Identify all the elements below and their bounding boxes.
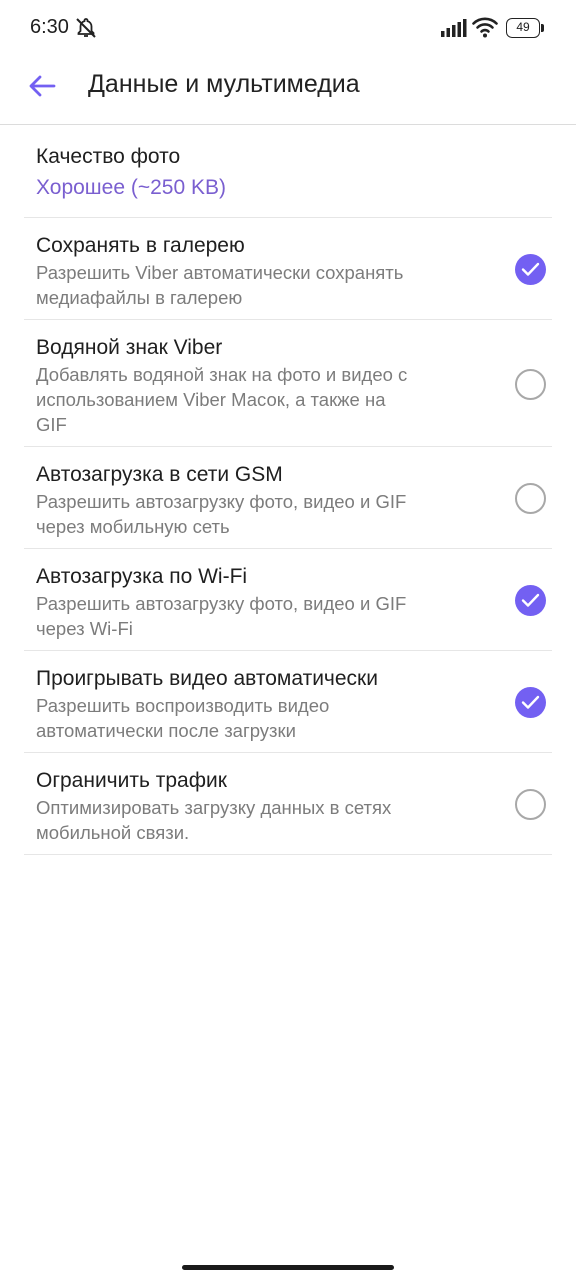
setting-row[interactable]: Сохранять в галерею Разрешить Viber автом…	[24, 218, 552, 320]
battery-level: 49	[506, 18, 540, 38]
setting-title: Автозагрузка в сети GSM	[36, 463, 283, 486]
checkbox-unchecked[interactable]	[515, 789, 546, 820]
checkbox-unchecked[interactable]	[515, 368, 546, 400]
setting-subtitle: через мобильную сеть	[36, 516, 230, 537]
back-button[interactable]	[22, 66, 62, 106]
setting-row[interactable]: Проигрывать видео автоматически Разрешить…	[24, 651, 552, 753]
setting-title: Автозагрузка по Wi-Fi	[36, 565, 248, 588]
setting-row[interactable]: Автозагрузка по Wi-Fi Разрешить автозагру…	[24, 549, 552, 651]
setting-subtitle: через Wi-Fi	[36, 618, 133, 639]
setting-row[interactable]: Ограничить трафик Оптимизировать загрузку…	[24, 753, 552, 855]
setting-subtitle: Оптимизировать загрузку данных в сетях	[36, 797, 392, 818]
wifi-icon	[472, 17, 498, 38]
setting-subtitle: Добавлять водяной знак на фото и видео с	[36, 364, 408, 385]
setting-title: Водяной знак Viber	[36, 336, 223, 359]
checkbox-checked[interactable]	[515, 585, 546, 616]
battery-icon: 49	[506, 18, 544, 38]
checkmark-icon	[521, 593, 540, 607]
home-indicator	[182, 1265, 394, 1270]
battery-tip	[541, 24, 544, 32]
setting-subtitle: использованием Viber Масок, а также на	[36, 389, 386, 410]
setting-subtitle: мобильной связи.	[36, 822, 190, 843]
setting-title: Ограничить трафик	[36, 769, 227, 792]
setting-title: Качество фото	[36, 145, 181, 168]
setting-subtitle: Разрешить Viber автоматически сохранять	[36, 262, 404, 283]
checkbox-checked[interactable]	[515, 687, 546, 718]
setting-subtitle: GIF	[36, 414, 67, 435]
setting-row[interactable]: Автозагрузка в сети GSM Разрешить автозаг…	[24, 447, 552, 549]
checkbox-unchecked[interactable]	[515, 483, 546, 514]
toolbar: Данные и мультимедиа	[0, 56, 576, 125]
signal-icon	[441, 19, 467, 37]
setting-subtitle: Разрешить воспроизводить видео	[36, 695, 330, 716]
setting-subtitle: Разрешить автозагрузку фото, видео и GIF	[36, 491, 407, 512]
back-arrow-icon	[29, 75, 56, 97]
setting-title: Сохранять в галерею	[36, 234, 245, 257]
mute-icon	[76, 18, 96, 38]
status-time: 6:30	[30, 16, 69, 38]
status-bar: 6:30 49	[0, 0, 576, 56]
setting-subtitle: Разрешить автозагрузку фото, видео и GIF	[36, 593, 407, 614]
setting-subtitle: медиафайлы в галерею	[36, 287, 243, 308]
checkbox-checked[interactable]	[515, 254, 546, 285]
setting-value: Хорошее (~250 KB)	[36, 176, 226, 199]
photo-quality-setting[interactable]: Качество фото Хорошее (~250 KB)	[24, 125, 552, 218]
settings-list: Качество фото Хорошее (~250 KB) Сохранят…	[0, 125, 576, 855]
setting-subtitle: автоматически после загрузки	[36, 720, 296, 741]
checkmark-icon	[521, 695, 540, 709]
setting-row[interactable]: Водяной знак Viber Добавлять водяной знак…	[24, 320, 552, 447]
page-title: Данные и мультимедиа	[88, 70, 360, 98]
setting-title: Проигрывать видео автоматически	[36, 667, 378, 690]
checkmark-icon	[521, 262, 540, 276]
